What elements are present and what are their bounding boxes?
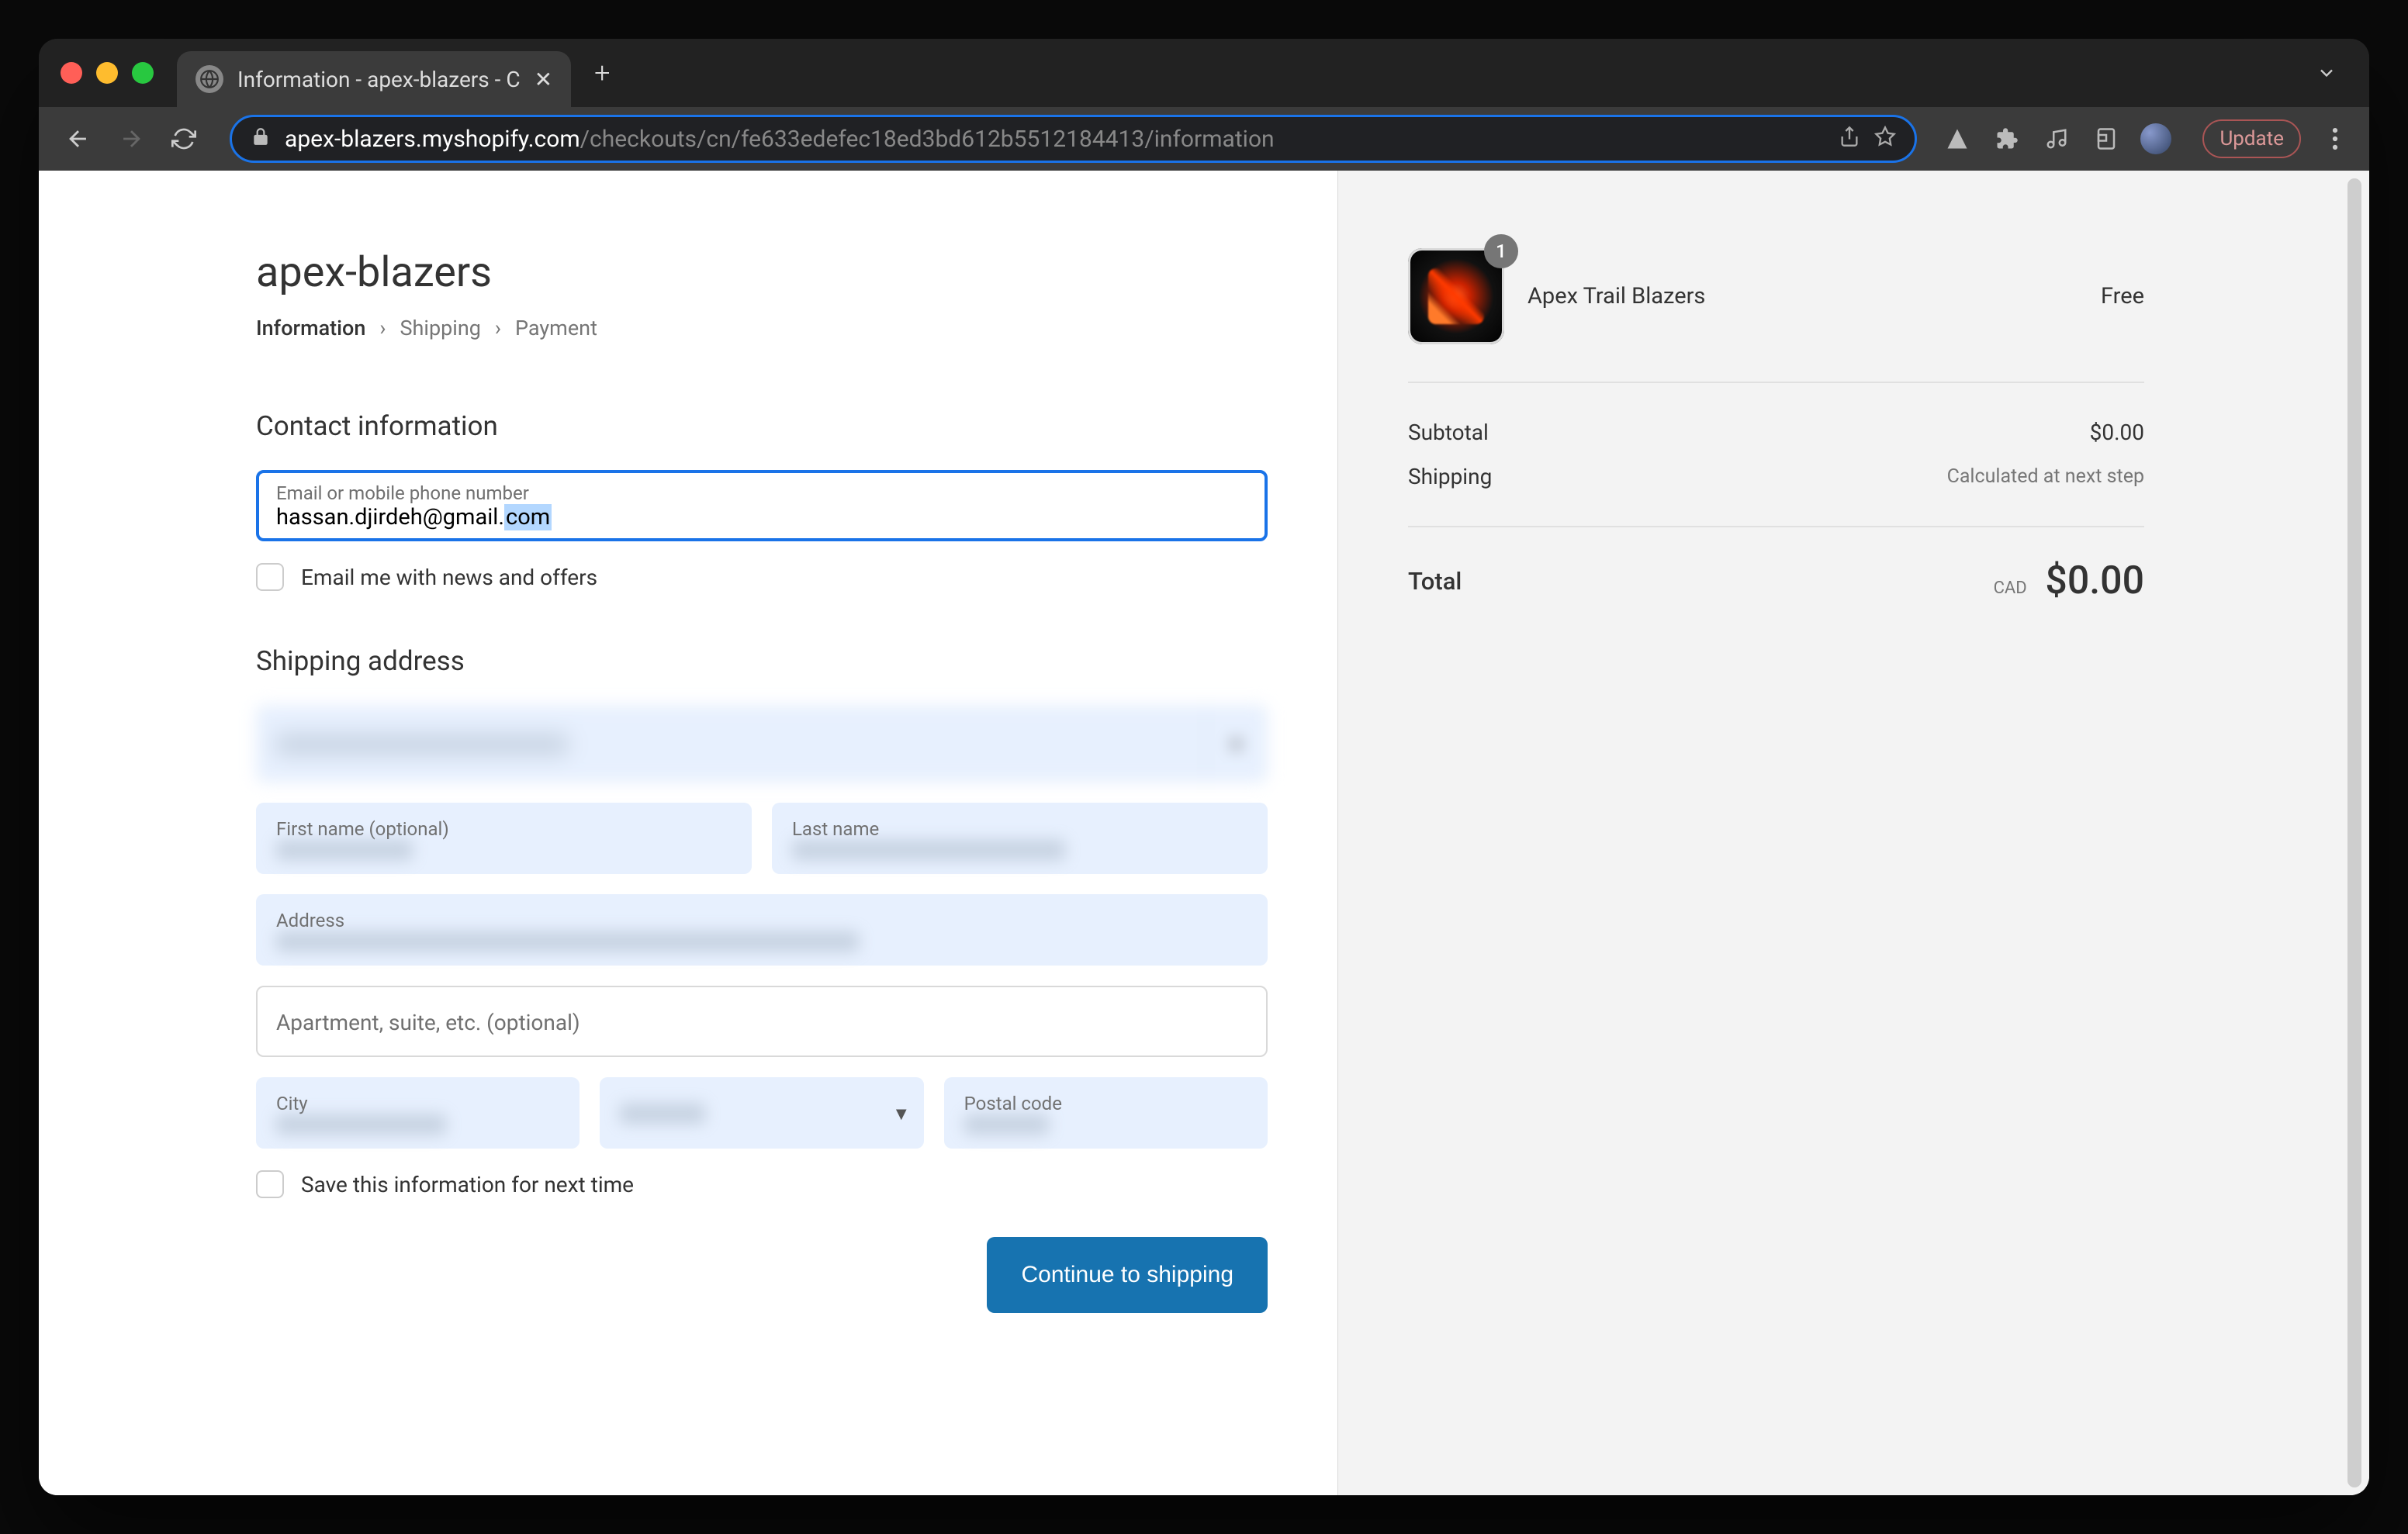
device-icon[interactable] [2091,123,2122,154]
address-bar[interactable]: apex-blazers.myshopify.com/checkouts/cn/… [230,115,1917,163]
contact-heading: Contact information [256,410,1268,442]
first-name-field[interactable]: First name (optional) [256,803,752,874]
subtotal-row: Subtotal $0.00 [1408,410,2144,454]
breadcrumb-payment: Payment [515,316,597,340]
product-price: Free [2101,283,2144,309]
order-summary-panel: 1 Apex Trail Blazers Free Subtotal $0.00… [1338,171,2369,1495]
save-info-label: Save this information for next time [301,1172,634,1197]
country-select[interactable]: ▾ [256,705,1268,783]
reload-button[interactable] [163,118,205,160]
chevron-down-icon: ▾ [1206,707,1266,781]
newsletter-label: Email me with news and offers [301,565,597,590]
country-value [276,734,568,755]
city-field[interactable]: City [256,1077,580,1149]
forward-button[interactable] [110,118,152,160]
last-name-value [792,840,1065,860]
shipping-value: Calculated at next step [1947,465,2144,488]
address-value [276,931,859,952]
browser-toolbar: apex-blazers.myshopify.com/checkouts/cn/… [39,107,2369,171]
breadcrumb-shipping: Shipping [400,316,480,340]
subtotal-label: Subtotal [1408,420,1489,445]
chevron-right-icon: › [495,316,501,340]
maximize-window-button[interactable] [132,62,154,84]
apartment-field[interactable]: Apartment, suite, etc. (optional) [256,986,1268,1057]
profile-avatar[interactable] [2140,123,2171,154]
browser-titlebar: Information - apex-blazers - C ✕ + [39,39,2369,107]
new-tab-button[interactable]: + [594,57,610,89]
product-name: Apex Trail Blazers [1527,283,2078,309]
chevron-down-icon[interactable] [2306,52,2347,94]
tab-title: Information - apex-blazers - C [237,67,521,92]
breadcrumb: Information › Shipping › Payment [256,316,1268,340]
update-button[interactable]: Update [2202,119,2301,158]
newsletter-checkbox[interactable] [256,563,284,591]
window-controls [61,62,154,84]
first-name-value [276,840,413,860]
save-info-row[interactable]: Save this information for next time [256,1170,1268,1198]
city-label: City [276,1093,559,1114]
kebab-menu-icon[interactable] [2320,123,2351,154]
subtotal-value: $0.00 [2090,420,2144,445]
extensions-icon[interactable] [1991,123,2022,154]
star-icon[interactable] [1874,126,1896,153]
url-text: apex-blazers.myshopify.com/checkouts/cn/… [285,126,1825,153]
share-icon[interactable] [1839,126,1860,153]
back-button[interactable] [57,118,99,160]
email-field[interactable]: Email or mobile phone number hassan.djir… [256,470,1268,541]
postal-code-field[interactable]: Postal code [944,1077,1268,1149]
total-row: Total CAD $0.00 [1408,527,2144,603]
city-value [276,1114,446,1135]
globe-icon [195,65,223,93]
shipping-row: Shipping Calculated at next step [1408,454,2144,499]
first-name-label: First name (optional) [276,818,732,840]
email-label: Email or mobile phone number [276,482,1247,504]
total-currency: CAD [1994,579,2027,598]
extension-icons: Update [1942,119,2351,158]
apartment-placeholder: Apartment, suite, etc. (optional) [276,1010,1247,1035]
checkout-form-panel: apex-blazers Information › Shipping › Pa… [39,171,1338,1495]
postal-code-value [964,1114,1050,1135]
store-name: apex-blazers [256,248,1268,297]
province-select[interactable]: ▾ [600,1077,923,1149]
close-tab-button[interactable]: ✕ [535,67,552,92]
newsletter-row[interactable]: Email me with news and offers [256,563,1268,591]
province-value [620,1104,705,1124]
shipping-heading: Shipping address [256,645,1268,677]
chevron-down-icon: ▾ [896,1100,907,1126]
product-thumbnail: 1 [1408,248,1504,344]
last-name-field[interactable]: Last name [772,803,1268,874]
breadcrumb-information[interactable]: Information [256,316,365,340]
chevron-right-icon: › [379,316,386,340]
total-value: $0.00 [2045,558,2144,603]
email-input[interactable]: hassan.djirdeh@gmail.com [276,504,1247,530]
vercel-icon[interactable] [1942,123,1973,154]
browser-tab[interactable]: Information - apex-blazers - C ✕ [177,51,571,107]
total-label: Total [1408,567,1462,596]
postal-code-label: Postal code [964,1093,1247,1114]
lock-icon [251,126,271,152]
minimize-window-button[interactable] [96,62,118,84]
address-label: Address [276,910,1247,931]
cart-item: 1 Apex Trail Blazers Free [1408,248,2144,344]
last-name-label: Last name [792,818,1247,840]
music-icon[interactable] [2041,123,2072,154]
save-info-checkbox[interactable] [256,1170,284,1198]
address-field[interactable]: Address [256,894,1268,966]
quantity-badge: 1 [1484,234,1518,268]
continue-to-shipping-button[interactable]: Continue to shipping [987,1237,1268,1313]
close-window-button[interactable] [61,62,82,84]
shipping-label: Shipping [1408,464,1492,489]
